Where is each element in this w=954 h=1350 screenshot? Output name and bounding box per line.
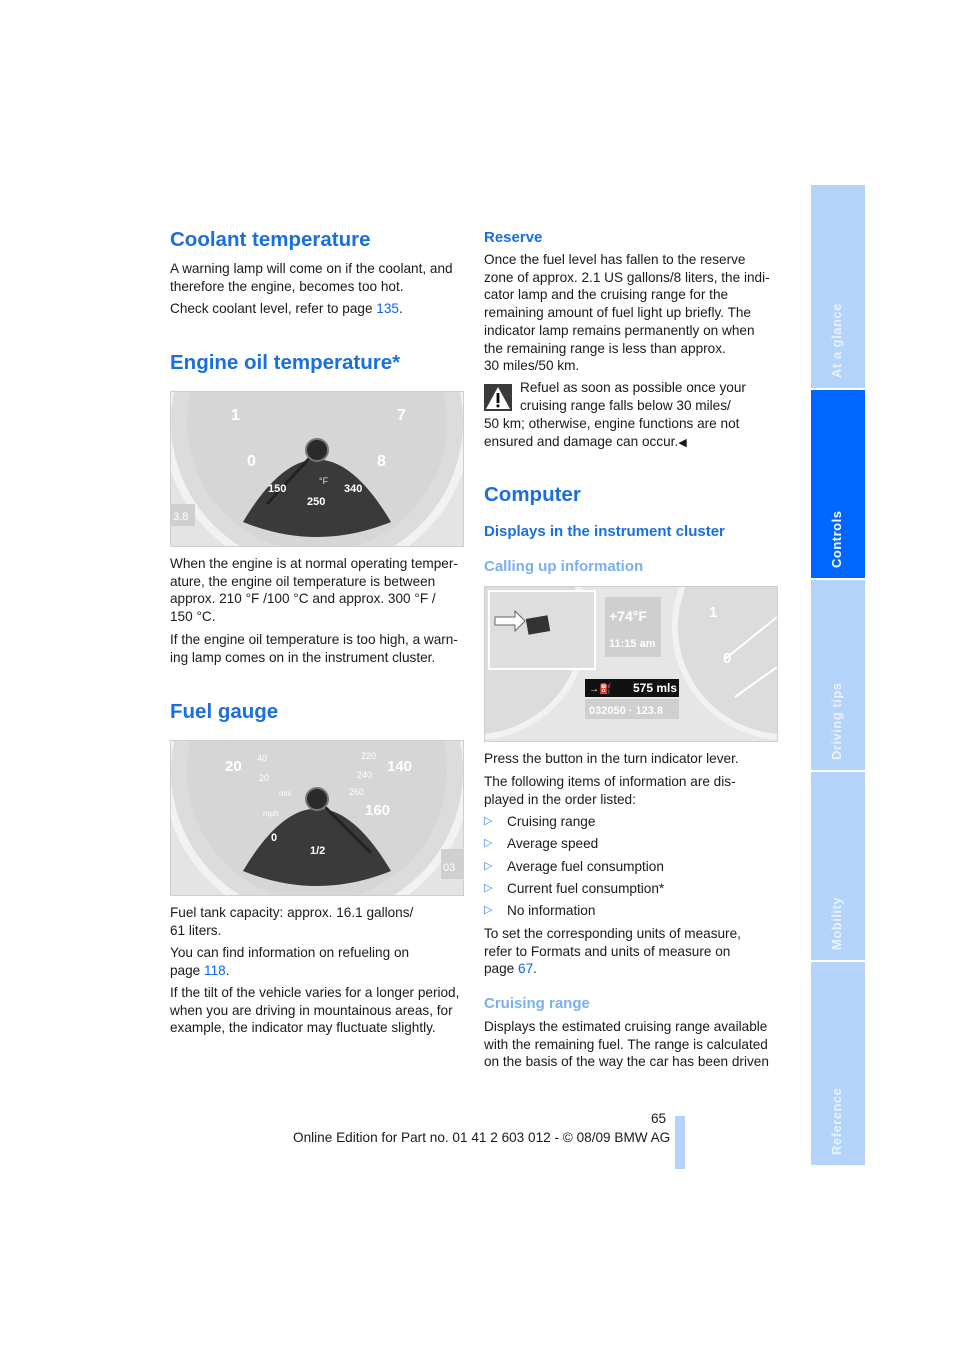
fuel-paragraph-1: Fuel tank capacity: approx. 16.1 gallons…	[170, 905, 414, 938]
gauge-label: 20	[225, 758, 242, 775]
gauge-label: 40	[257, 753, 267, 763]
side-tab-at-a-glance[interactable]: At a glance	[811, 185, 865, 388]
heading-cruising-range: Cruising range	[484, 995, 590, 1012]
list-item-label: Current fuel consumption*	[507, 881, 665, 896]
tab-label: Driving tips	[829, 682, 844, 760]
bullet-triangle-icon: ▷	[484, 882, 493, 894]
gauge-label: 20	[259, 773, 269, 783]
gauge-label: 1	[709, 604, 717, 621]
side-tab-driving-tips[interactable]: Driving tips	[811, 580, 865, 770]
engine-oil-paragraph-1: When the engine is at normal operating t…	[170, 556, 458, 625]
page-link-118[interactable]: 118	[204, 963, 226, 978]
page-link-135[interactable]: 135	[376, 301, 399, 316]
gauge-label: 150	[268, 483, 286, 495]
gauge-label: mls	[279, 789, 291, 798]
tab-label: Controls	[829, 510, 844, 568]
gauge-label: 7	[397, 407, 406, 424]
gauge-label: 160	[365, 802, 390, 819]
end-mark-icon: ◀	[678, 436, 687, 449]
gauge-label: mph	[263, 809, 279, 818]
heading-coolant-temperature: Coolant temperature	[170, 228, 371, 251]
side-tab-reference[interactable]: Reference	[811, 962, 865, 1165]
warning-text-rest: 50 km; otherwise, engine functions are n…	[484, 415, 784, 452]
text: .	[533, 961, 537, 977]
gauge-label: 0	[271, 832, 277, 844]
gauge-label: 240	[357, 770, 372, 780]
display-time: 11:15 am	[609, 638, 656, 650]
warning-icon	[484, 384, 512, 411]
text: .	[225, 962, 230, 978]
bullet-triangle-icon: ▷	[484, 837, 493, 849]
tab-label: Mobility	[829, 896, 844, 950]
engine-oil-paragraph-2: If the engine oil temperature is too hig…	[170, 632, 458, 665]
coolant-paragraph: A warning lamp will come on if the coola…	[170, 261, 453, 294]
warning-text-first: Refuel as soon as possible once your cru…	[520, 380, 746, 413]
page-link-67[interactable]: 67	[518, 961, 533, 976]
heading-displays-instrument-cluster: Displays in the instrument cluster	[484, 523, 725, 540]
list-item-label: Average speed	[507, 836, 599, 851]
gauge-label: 260	[349, 787, 364, 797]
list-item-label: Average fuel consumption	[507, 859, 664, 874]
gauge-label: °F	[319, 476, 329, 486]
gauge-label: 3.8	[173, 511, 188, 523]
tab-label: At a glance	[829, 303, 844, 378]
computer-paragraph-2: The following items of information are d…	[484, 774, 736, 807]
reserve-paragraph: Once the fuel level has fallen to the re…	[484, 252, 770, 374]
side-tab-controls[interactable]: Controls	[811, 390, 865, 578]
heading-reserve: Reserve	[484, 229, 543, 246]
computer-paragraph-3: To set the corresponding units of measur…	[484, 925, 784, 978]
bullet-triangle-icon: ▷	[484, 860, 493, 872]
footer-marker	[675, 1116, 685, 1169]
side-tab-mobility[interactable]: Mobility	[811, 772, 865, 960]
display-temperature: +74°F	[609, 608, 647, 624]
text: 50 km; otherwise, engine functions are n…	[484, 416, 740, 449]
list-item-label: Cruising range	[507, 814, 596, 829]
gauge-label: 1	[231, 407, 240, 424]
bullet-triangle-icon: ▷	[484, 904, 493, 916]
fuel-paragraph-3: If the tilt of the vehicle varies for a …	[170, 985, 460, 1036]
fuel-arrow-icon: →⛽	[589, 682, 611, 695]
display-odometer: 032050 · 123.8	[589, 705, 663, 717]
text: Check coolant level, refer to page	[170, 301, 377, 316]
page-number: 65	[651, 1111, 667, 1126]
gauge-label: 0	[723, 650, 731, 667]
fuel-gauge-image: 20 40 20 140 220 240 260 160 0 1/2 mls m…	[170, 740, 464, 896]
list-item-label: No information	[507, 903, 596, 918]
gauge-label: 8	[377, 453, 386, 470]
gauge-label: 250	[307, 496, 325, 508]
cruising-range-paragraph: Displays the estimated cruising range av…	[484, 1019, 769, 1070]
gauge-label: 220	[361, 751, 376, 761]
footer-edition: Online Edition for Part no. 01 41 2 603 …	[293, 1130, 671, 1145]
gauge-label: 140	[387, 758, 412, 775]
heading-engine-oil-temperature: Engine oil temperature*	[170, 351, 401, 374]
gauge-label: 340	[344, 483, 362, 495]
fuel-paragraph-2: You can find information on refueling on…	[170, 944, 470, 979]
gauge-label: 0	[247, 453, 256, 470]
gauge-label: 03	[443, 862, 455, 874]
text: .	[398, 301, 403, 316]
coolant-check-paragraph: Check coolant level, refer to page 135.	[170, 300, 470, 318]
heading-calling-up-information: Calling up information	[484, 558, 644, 575]
gauge-label: 1/2	[310, 845, 325, 857]
computer-paragraph-1: Press the button in the turn indicator l…	[484, 751, 739, 766]
tab-label: Reference	[829, 1087, 844, 1155]
engine-oil-gauge-image: 1 7 0 8 150 250 340 °F 3.8	[170, 391, 464, 547]
bullet-triangle-icon: ▷	[484, 815, 493, 827]
instrument-cluster-display-image: 1 0 +74°F 11:15 am →⛽ 575 mls 032050 · 1…	[484, 586, 778, 742]
display-range: 575 mls	[633, 681, 677, 695]
heading-fuel-gauge: Fuel gauge	[170, 700, 279, 723]
heading-computer: Computer	[484, 483, 581, 506]
